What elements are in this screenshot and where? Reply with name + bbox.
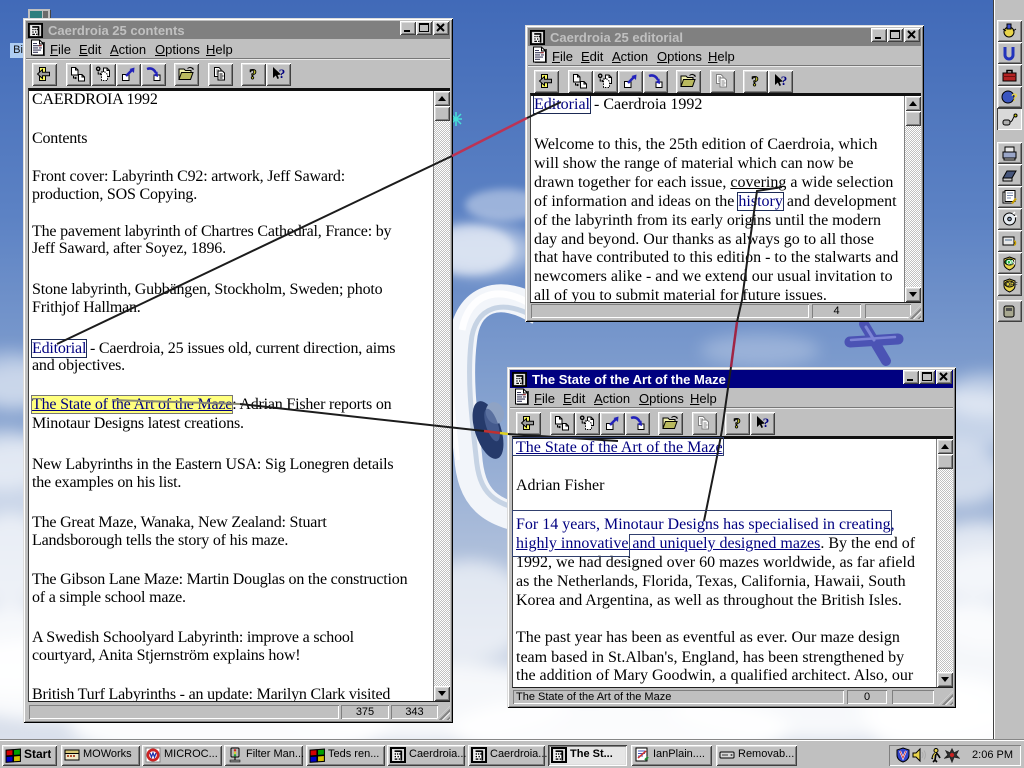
svg-text:?: ?	[781, 73, 788, 88]
svg-text:?: ?	[733, 416, 741, 431]
svg-text:?: ?	[1011, 92, 1018, 104]
svg-text:ON: ON	[1007, 261, 1016, 267]
svg-text:?: ?	[279, 66, 286, 81]
svg-text:?: ?	[763, 415, 770, 430]
svg-text:?: ?	[249, 67, 257, 82]
svg-text:?: ?	[751, 74, 759, 89]
svg-text:OFF: OFF	[1006, 283, 1018, 289]
